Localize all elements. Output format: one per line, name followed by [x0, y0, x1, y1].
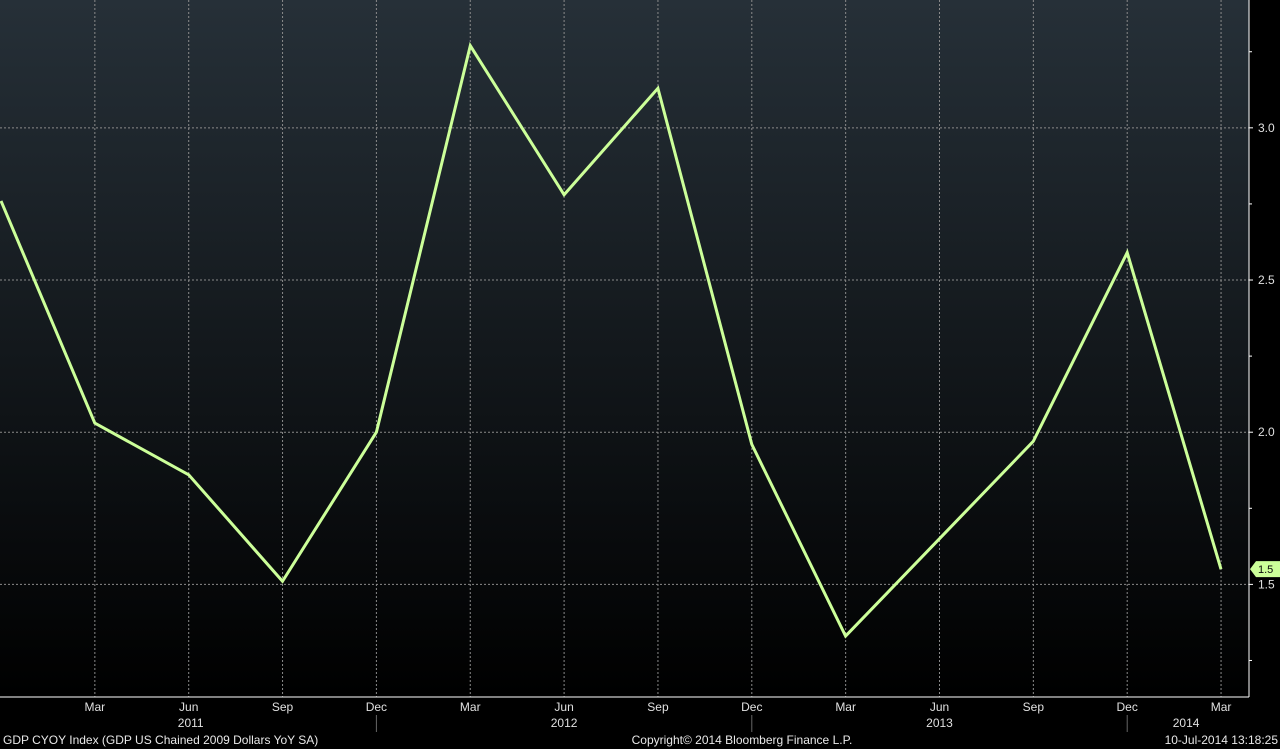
- x-tick-label: Jun: [930, 700, 949, 714]
- last-value-label: 1.5: [1258, 564, 1273, 576]
- year-label: 2013: [926, 716, 953, 730]
- plot-background: [0, 0, 1249, 697]
- year-label: 2011: [178, 716, 204, 730]
- x-tick-label: Dec: [741, 700, 762, 714]
- y-tick-label: 2.0: [1258, 425, 1275, 439]
- chart-root: 1.5 2.0 2.5 3.0 Mar Jun Sep Dec Mar Jun Sep Dec Mar J…: [0, 0, 1280, 749]
- chart-svg: 1.5 2.0 2.5 3.0 Mar Jun Sep Dec Mar Jun Sep Dec Mar J…: [0, 0, 1280, 747]
- x-tick-label: Sep: [1023, 700, 1045, 714]
- x-tick-label: Sep: [647, 700, 669, 714]
- x-tick-label: Mar: [85, 700, 106, 714]
- year-label: 2012: [551, 716, 578, 730]
- year-label: 2014: [1173, 716, 1200, 730]
- x-tick-label: Dec: [1117, 700, 1138, 714]
- timestamp: 10-Jul-2014 13:18:25: [1165, 733, 1279, 747]
- x-tick-label: Mar: [1211, 700, 1232, 714]
- index-description: GDP CYOY Index (GDP US Chained 2009 Doll…: [3, 733, 318, 747]
- y-tick-label: 3.0: [1258, 121, 1275, 135]
- x-tick-label: Jun: [179, 700, 198, 714]
- x-tick-label: Jun: [554, 700, 573, 714]
- y-tick-label: 1.5: [1258, 577, 1275, 591]
- x-tick-label: Mar: [835, 700, 856, 714]
- y-tick-label: 2.5: [1258, 273, 1275, 287]
- x-tick-label: Dec: [366, 700, 387, 714]
- copyright-notice: Copyright© 2014 Bloomberg Finance L.P.: [632, 733, 853, 747]
- footer: GDP CYOY Index (GDP US Chained 2009 Doll…: [3, 733, 1278, 747]
- x-tick-label: Mar: [460, 700, 481, 714]
- x-tick-label: Sep: [272, 700, 294, 714]
